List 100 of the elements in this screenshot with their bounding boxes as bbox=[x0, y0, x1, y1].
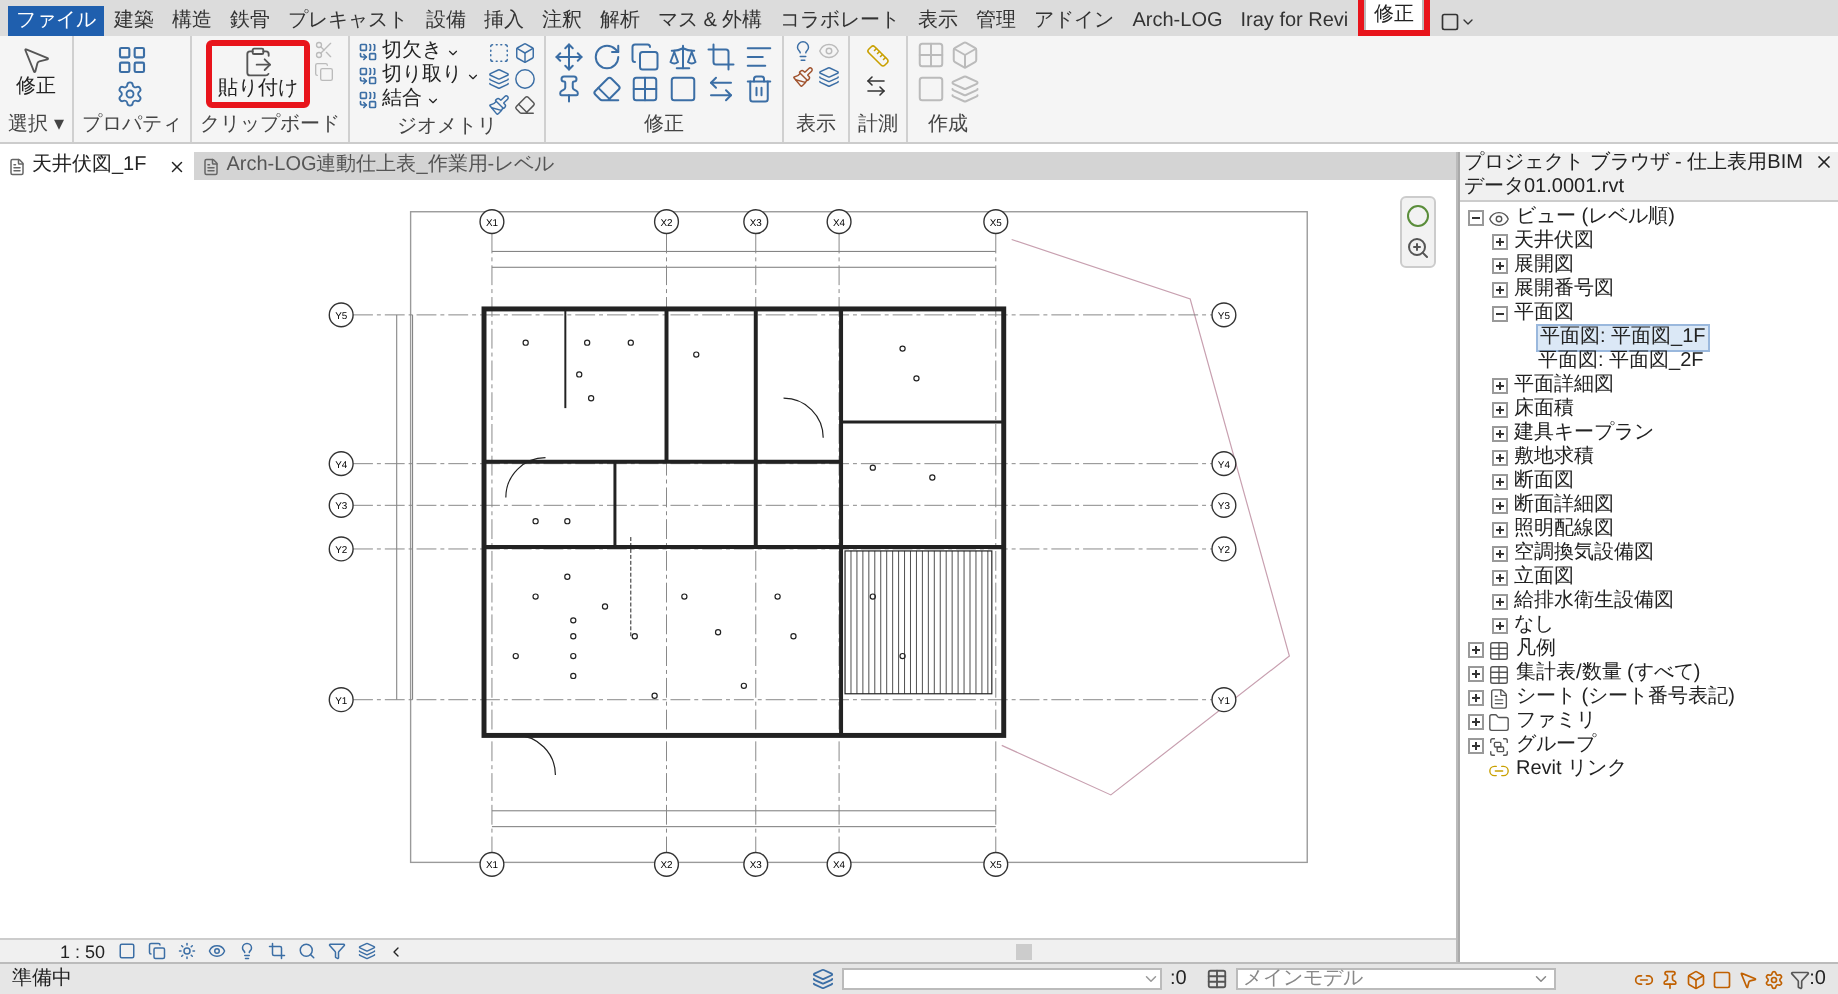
view-control-icon[interactable] bbox=[297, 942, 316, 960]
ribbon-tab[interactable]: 解析 bbox=[592, 6, 648, 36]
expand-icon[interactable] bbox=[1492, 522, 1508, 538]
box-icon[interactable] bbox=[513, 42, 536, 64]
ribbon-tab[interactable]: プレキャスト bbox=[280, 6, 416, 36]
modify-tool-icon[interactable] bbox=[667, 74, 698, 104]
ribbon-tab[interactable]: 注釈 bbox=[534, 6, 590, 36]
paste-button[interactable]: 貼り付け bbox=[211, 46, 304, 102]
selection-option-icon[interactable] bbox=[1659, 969, 1680, 989]
properties-icon[interactable] bbox=[115, 44, 148, 76]
ribbon-tab[interactable]: 挿入 bbox=[476, 6, 532, 36]
tree-item[interactable]: 敷地求積 bbox=[1512, 446, 1596, 470]
modify-tool-icon[interactable] bbox=[591, 74, 622, 104]
modify-tool-icon[interactable] bbox=[553, 74, 584, 104]
geometry-tool[interactable]: 切欠き bbox=[357, 40, 480, 64]
expand-icon[interactable] bbox=[1492, 498, 1508, 514]
expand-icon[interactable] bbox=[1492, 282, 1508, 298]
expand-icon[interactable] bbox=[1492, 618, 1508, 634]
close-icon[interactable] bbox=[168, 157, 187, 175]
tree-item[interactable]: 給排水衛生設備図 bbox=[1512, 590, 1676, 614]
tree-item[interactable]: 断面図 bbox=[1512, 470, 1576, 494]
demolish-icon[interactable] bbox=[513, 94, 536, 116]
expand-icon[interactable] bbox=[1492, 546, 1508, 562]
type-properties-icon[interactable] bbox=[115, 80, 144, 108]
expand-icon[interactable] bbox=[1468, 738, 1484, 754]
zoom-icon[interactable] bbox=[1406, 236, 1430, 260]
workset-icon[interactable] bbox=[812, 968, 834, 990]
tree-item[interactable]: シート (シート番号表記) bbox=[1514, 686, 1737, 710]
modify-tool-icon[interactable] bbox=[705, 42, 736, 72]
tree-item[interactable]: 平面詳細図 bbox=[1512, 374, 1616, 398]
tree-item[interactable]: 断面詳細図 bbox=[1512, 494, 1616, 518]
ribbon-tab[interactable]: Iray for Revi bbox=[1232, 6, 1357, 36]
ribbon-tab[interactable]: 設備 bbox=[418, 6, 474, 36]
workset-dropdown[interactable]: メインモデル bbox=[1236, 968, 1557, 990]
tree-item[interactable]: なし bbox=[1512, 614, 1556, 638]
modify-tool-icon[interactable] bbox=[705, 74, 736, 104]
tree-item[interactable]: 平面図: 平面図_1F bbox=[1536, 324, 1710, 352]
join-icon[interactable] bbox=[487, 42, 510, 64]
modify-tool-icon[interactable] bbox=[629, 74, 660, 104]
ribbon-tab[interactable]: アドイン bbox=[1026, 6, 1123, 36]
paint-icon[interactable] bbox=[487, 94, 510, 116]
view-control-icon[interactable] bbox=[147, 942, 166, 960]
tree-item[interactable]: 立面図 bbox=[1512, 566, 1576, 590]
expand-icon[interactable] bbox=[1468, 714, 1484, 730]
view-scale[interactable]: 1 : 50 bbox=[60, 941, 106, 961]
caret-icon[interactable] bbox=[1460, 14, 1477, 30]
tree-item[interactable]: 床面積 bbox=[1512, 398, 1576, 422]
expand-icon[interactable] bbox=[1492, 234, 1508, 250]
expand-icon[interactable] bbox=[1492, 450, 1508, 466]
modify-button[interactable]: 修正 bbox=[15, 40, 56, 100]
filter-icon[interactable] bbox=[1789, 969, 1810, 989]
ribbon-tab[interactable]: Arch-LOG bbox=[1124, 6, 1231, 36]
tree-item[interactable]: 展開番号図 bbox=[1512, 278, 1616, 302]
tree-item[interactable]: グループ bbox=[1514, 734, 1598, 758]
ribbon-tab[interactable]: 建築 bbox=[106, 6, 162, 36]
geometry-tool[interactable]: 結合 bbox=[357, 88, 480, 112]
view-control-icon[interactable] bbox=[117, 942, 136, 960]
ribbon-tab[interactable]: マス & 外構 bbox=[650, 6, 771, 36]
panel-toggle-icon[interactable] bbox=[1440, 12, 1461, 32]
lightbulb-icon[interactable] bbox=[791, 40, 814, 62]
expand-icon[interactable] bbox=[1492, 594, 1508, 610]
model-icon[interactable] bbox=[1206, 968, 1229, 990]
ribbon-tab[interactable]: 表示 bbox=[910, 6, 967, 36]
selection-option-icon[interactable] bbox=[1737, 969, 1758, 989]
tree-item[interactable]: 照明配線図 bbox=[1512, 518, 1616, 542]
view-control-icon[interactable] bbox=[177, 942, 196, 960]
expand-icon[interactable] bbox=[1468, 666, 1484, 682]
tree-item[interactable]: 平面図 bbox=[1512, 302, 1576, 326]
modify-tool-icon[interactable] bbox=[629, 42, 660, 72]
ribbon-tab[interactable]: 管理 bbox=[968, 6, 1025, 36]
modify-tool-icon[interactable] bbox=[743, 42, 774, 72]
view-control-icon[interactable] bbox=[327, 942, 346, 960]
brush-icon[interactable] bbox=[791, 66, 814, 88]
tree-item[interactable]: 平面図: 平面図_2F bbox=[1536, 350, 1706, 374]
expand-icon[interactable] bbox=[1492, 378, 1508, 394]
tree-item[interactable]: ファミリ bbox=[1514, 710, 1598, 734]
selection-option-icon[interactable] bbox=[1685, 969, 1706, 989]
tree-item[interactable]: 集計表/数量 (すべて) bbox=[1514, 662, 1703, 686]
tree-item[interactable]: 天井伏図 bbox=[1512, 230, 1596, 254]
collapse-icon[interactable] bbox=[1492, 306, 1508, 322]
ribbon-tab[interactable]: 鉄骨 bbox=[222, 6, 278, 36]
geometry-tool[interactable]: 切り取り bbox=[357, 64, 480, 88]
horizontal-scrollbar[interactable] bbox=[1015, 943, 1032, 959]
expand-icon[interactable] bbox=[1468, 690, 1484, 706]
close-icon[interactable] bbox=[1814, 152, 1834, 172]
view-control-icon[interactable] bbox=[237, 942, 256, 960]
tree-item[interactable]: 展開図 bbox=[1512, 254, 1576, 278]
ribbon-tab[interactable]: 修正 bbox=[1364, 0, 1425, 30]
collapse-icon[interactable] bbox=[1468, 210, 1484, 226]
modify-tool-icon[interactable] bbox=[553, 42, 584, 72]
view-tab[interactable]: 天井伏図_1F bbox=[0, 152, 195, 180]
tree-item[interactable]: 凡例 bbox=[1514, 638, 1558, 662]
selection-option-icon[interactable] bbox=[1633, 969, 1654, 989]
modify-tool-icon[interactable] bbox=[667, 42, 698, 72]
selection-option-icon[interactable] bbox=[1763, 969, 1784, 989]
expand-icon[interactable] bbox=[1468, 642, 1484, 658]
tree-item[interactable]: 空調換気設備図 bbox=[1512, 542, 1656, 566]
tree-item[interactable]: ビュー (レベル順) bbox=[1514, 206, 1677, 230]
view-control-icon[interactable] bbox=[357, 942, 376, 960]
tree-item[interactable]: 建具キープラン bbox=[1512, 422, 1656, 446]
